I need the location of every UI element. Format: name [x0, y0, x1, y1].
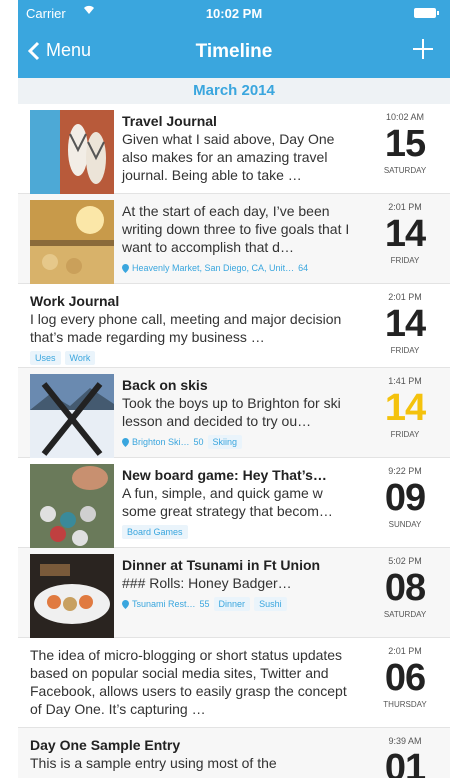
timeline-entry[interactable]: New board game: Hey That’s… A fun, simpl…	[18, 458, 450, 548]
entry-day: 14	[384, 303, 426, 345]
entry-weekday: SATURDAY	[383, 166, 427, 175]
entry-date: 2:01 PM 06 THURSDAY	[360, 646, 450, 709]
entry-weekday: FRIDAY	[390, 256, 420, 265]
tag-chip[interactable]: Work	[64, 351, 96, 365]
entry-text: Given what I said above, Day One also ma…	[122, 131, 335, 183]
entry-time: 9:22 PM	[388, 466, 422, 476]
location-count: 64	[298, 263, 309, 273]
entry-day: 08	[384, 567, 426, 609]
entry-title: Day One Sample Entry	[30, 737, 181, 753]
entry-text: The idea of micro-blogging or short stat…	[30, 647, 347, 717]
entry-weekday: FRIDAY	[390, 346, 420, 355]
timeline-entry[interactable]: Travel Journal Given what I said above, …	[18, 104, 450, 194]
location-tag[interactable]: Heavenly Market, San Diego, CA, Unit…	[122, 261, 294, 275]
entry-time: 10:02 AM	[385, 112, 425, 122]
location-count: 55	[199, 599, 210, 609]
status-bar: Carrier 10:02 PM	[18, 0, 450, 26]
timeline-entry[interactable]: Work Journal I log every phone call, mee…	[18, 284, 450, 368]
timeline-entry[interactable]: At the start of each day, I’ve been writ…	[18, 194, 450, 284]
tag-chip[interactable]: Dinner	[213, 597, 251, 611]
entry-photo-sushi	[30, 554, 114, 638]
entry-title: Travel Journal	[122, 113, 217, 129]
entry-title: Back on skis	[122, 377, 208, 393]
location-tag[interactable]: Brighton Ski…	[122, 435, 190, 449]
entry-title: Work Journal	[30, 293, 120, 309]
entry-meta: Brighton Ski… 50 Skiing	[122, 435, 354, 449]
entry-day: 14	[384, 213, 426, 255]
entry-weekday: FRIDAY	[390, 430, 420, 439]
plus-icon[interactable]	[410, 36, 436, 62]
entry-weekday: SATURDAY	[383, 610, 427, 619]
page-title: Timeline	[195, 41, 273, 62]
entry-date: 10:02 AM 15 SATURDAY	[360, 112, 450, 175]
location-label: Tsunami Rest…	[132, 599, 196, 609]
entry-text: A fun, simple, and quick game w some gre…	[122, 485, 333, 519]
entry-photo-boardgame	[30, 464, 114, 548]
timeline-list: Travel Journal Given what I said above, …	[18, 104, 450, 778]
tag-chip[interactable]: Board Games	[122, 525, 188, 539]
entry-date: 2:01 PM 14 FRIDAY	[360, 292, 450, 355]
location-label: Heavenly Market, San Diego, CA, Unit…	[132, 263, 295, 273]
entry-day: 09	[384, 477, 426, 519]
entry-text: This is a sample entry using most of the	[30, 755, 277, 771]
entry-text: ### Rolls: Honey Badger…	[122, 575, 292, 591]
entry-text: I log every phone call, meeting and majo…	[30, 311, 342, 345]
month-header: March 2014	[18, 78, 450, 104]
tag-chip[interactable]: Uses	[30, 351, 61, 365]
entry-day: 14	[384, 387, 426, 429]
tag-chip[interactable]: Skiing	[207, 435, 243, 449]
entry-day: 06	[384, 657, 426, 699]
entry-date: 2:01 PM 14 FRIDAY	[360, 202, 450, 265]
entry-photo-sandals	[30, 110, 114, 194]
tag-chip[interactable]: Sushi	[254, 597, 287, 611]
entry-text: At the start of each day, I’ve been writ…	[122, 203, 350, 255]
entry-date: 1:41 PM 14 FRIDAY	[360, 376, 450, 439]
entry-title: New board game: Hey That’s…	[122, 467, 327, 483]
timeline-entry[interactable]: Dinner at Tsunami in Ft Union ### Rolls:…	[18, 548, 450, 638]
entry-meta: Heavenly Market, San Diego, CA, Unit… 64	[122, 261, 354, 275]
entry-time: 9:39 AM	[388, 736, 422, 746]
location-count: 50	[193, 437, 204, 447]
entry-tags: Board Games	[122, 525, 354, 539]
entry-date: 9:39 AM 01	[360, 736, 450, 778]
entry-time: 5:02 PM	[388, 556, 422, 566]
entry-text: Took the boys up to Brighton for ski les…	[122, 395, 341, 429]
location-pin-icon	[122, 263, 129, 273]
entry-day: 01	[384, 747, 426, 778]
entry-photo-market	[30, 200, 114, 284]
entry-title: Dinner at Tsunami in Ft Union	[122, 557, 321, 573]
location-tag[interactable]: Tsunami Rest…	[122, 597, 196, 611]
entry-photo-skis	[30, 374, 114, 458]
entry-date: 5:02 PM 08 SATURDAY	[360, 556, 450, 619]
entry-time: 2:01 PM	[388, 202, 422, 212]
battery-icon	[414, 8, 439, 18]
entry-meta: Tsunami Rest… 55 Dinner Sushi	[122, 597, 354, 611]
timeline-entry[interactable]: Day One Sample Entry This is a sample en…	[18, 728, 450, 778]
entry-tags: Uses Work	[30, 351, 354, 365]
entry-day: 15	[384, 123, 426, 165]
timeline-entry[interactable]: The idea of micro-blogging or short stat…	[18, 638, 450, 728]
nav-bar: Menu Timeline	[18, 26, 450, 78]
entry-time: 2:01 PM	[388, 646, 422, 656]
entry-date: 9:22 PM 09 SUNDAY	[360, 466, 450, 529]
status-time: 10:02 PM	[205, 6, 263, 21]
entry-time: 1:41 PM	[388, 376, 422, 386]
timeline-entry[interactable]: Back on skis Took the boys up to Brighto…	[18, 368, 450, 458]
location-pin-icon	[122, 599, 129, 609]
entry-weekday: THURSDAY	[383, 700, 427, 709]
entry-weekday: SUNDAY	[388, 520, 422, 529]
location-label: Brighton Ski…	[132, 437, 190, 447]
location-pin-icon	[122, 437, 129, 447]
entry-time: 2:01 PM	[388, 292, 422, 302]
